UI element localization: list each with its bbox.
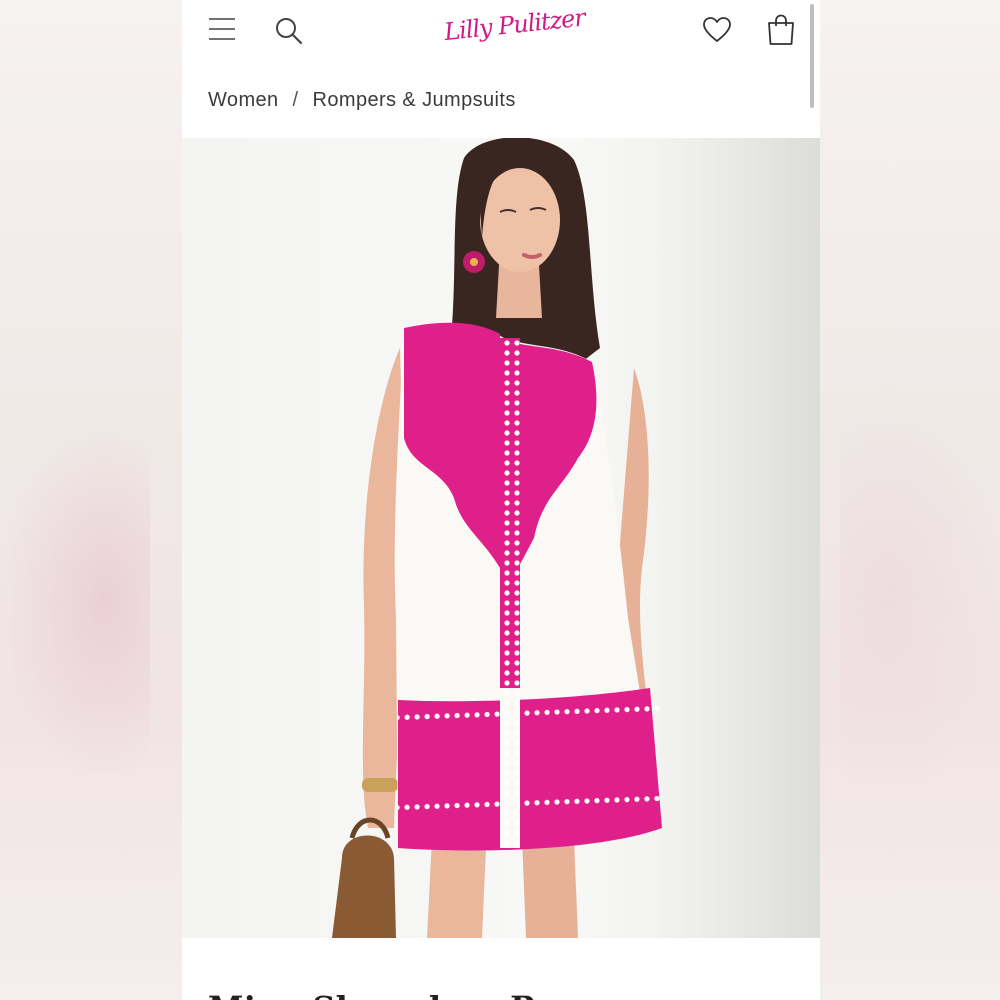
product-image[interactable]	[182, 138, 820, 938]
menu-icon[interactable]	[208, 16, 236, 42]
breadcrumb: Women / Rompers & Jumpsuits	[208, 86, 516, 114]
breadcrumb-separator: /	[292, 88, 299, 111]
site-header: Lilly Pulitzer	[182, 0, 820, 108]
heart-icon[interactable]	[702, 16, 732, 44]
shopping-bag-icon[interactable]	[766, 14, 796, 46]
background-blur-right	[840, 380, 1000, 800]
search-icon[interactable]	[274, 16, 304, 46]
mobile-page: Lilly Pulitzer Women / Rompers & Jumpsui…	[182, 0, 820, 1000]
product-title: Mina Sleeveless Romper	[208, 989, 653, 1000]
brand-logo-text: Lilly Pulitzer	[442, 3, 587, 47]
scrollbar[interactable]	[810, 4, 814, 108]
breadcrumb-rompers-jumpsuits[interactable]: Rompers & Jumpsuits	[313, 89, 516, 112]
background-blur-left	[0, 420, 150, 780]
breadcrumb-women[interactable]: Women	[208, 89, 279, 112]
brand-logo[interactable]: Lilly Pulitzer	[442, 3, 587, 54]
wall-shadow	[652, 138, 820, 938]
